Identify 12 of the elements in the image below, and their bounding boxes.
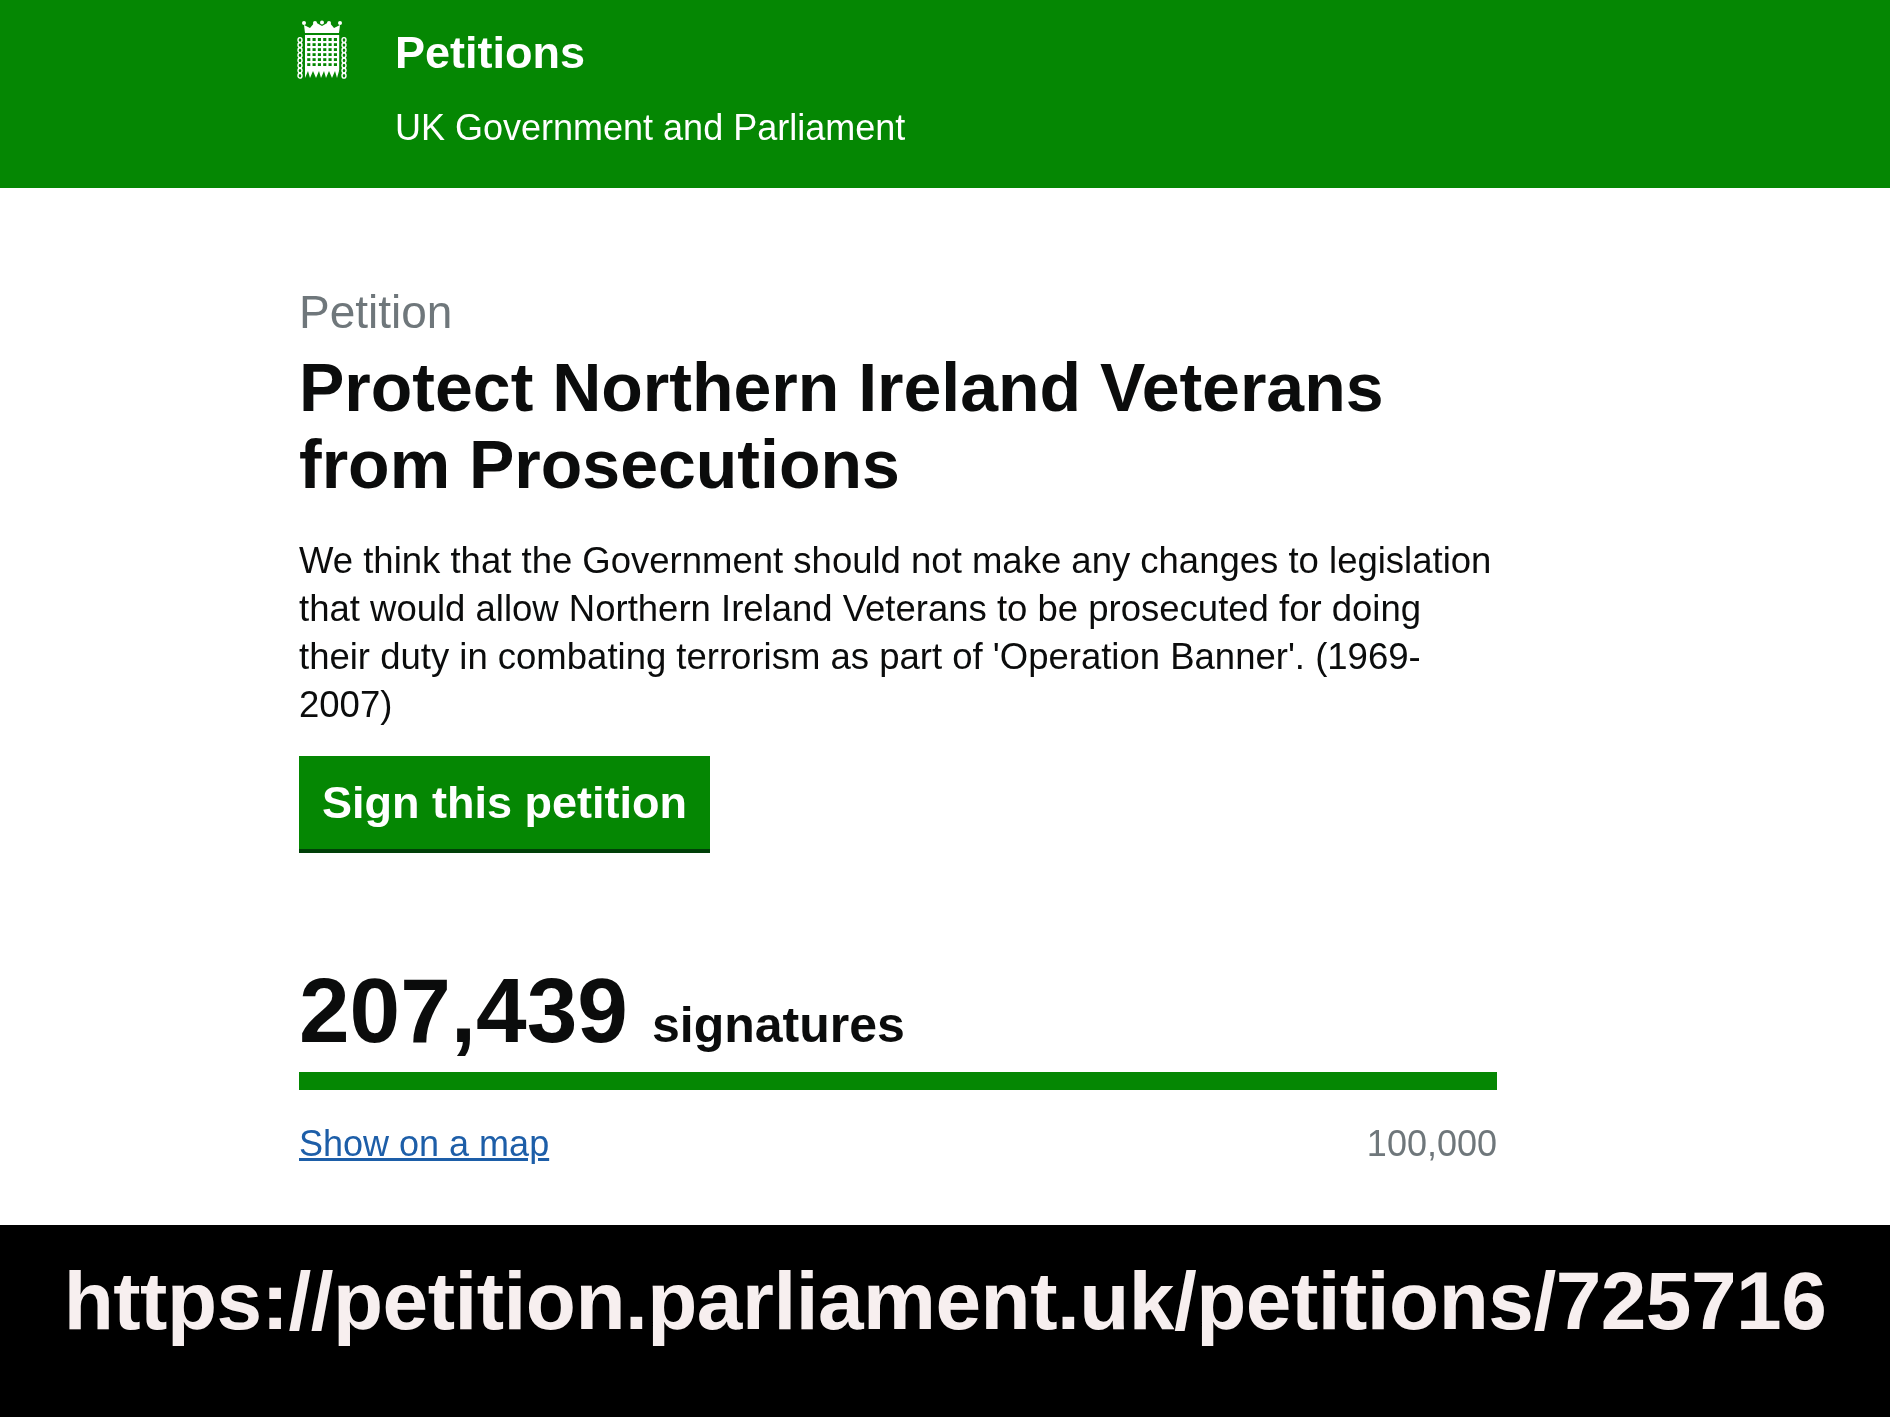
target-count: 100,000 [1366, 1123, 1497, 1164]
site-title: Petitions [395, 27, 587, 79]
site-subtitle: UK Government and Parliament [395, 107, 906, 148]
petition-url: https://petition.parliament.uk/petitions/725716 [63, 1255, 1827, 1347]
portcullis-icon [297, 20, 347, 80]
show-on-map-link[interactable]: Show on a map [299, 1123, 550, 1164]
section-label: Petition [299, 286, 454, 339]
signatures-label: signatures [651, 996, 905, 1054]
sign-petition-button[interactable]: Sign this petition [299, 756, 710, 853]
signature-count: 207,439 [299, 965, 628, 1056]
petition-description: We think that the Government should not make any changes to legislation that would allow Northern Ireland Veterans to be prosecuted for doing their duty in combating terrorism as part of 'Operation Banner'. (1969-2007) [299, 539, 1493, 727]
petition-title: Protect Northern Ireland Veterans from Prosecutions [299, 349, 1385, 503]
